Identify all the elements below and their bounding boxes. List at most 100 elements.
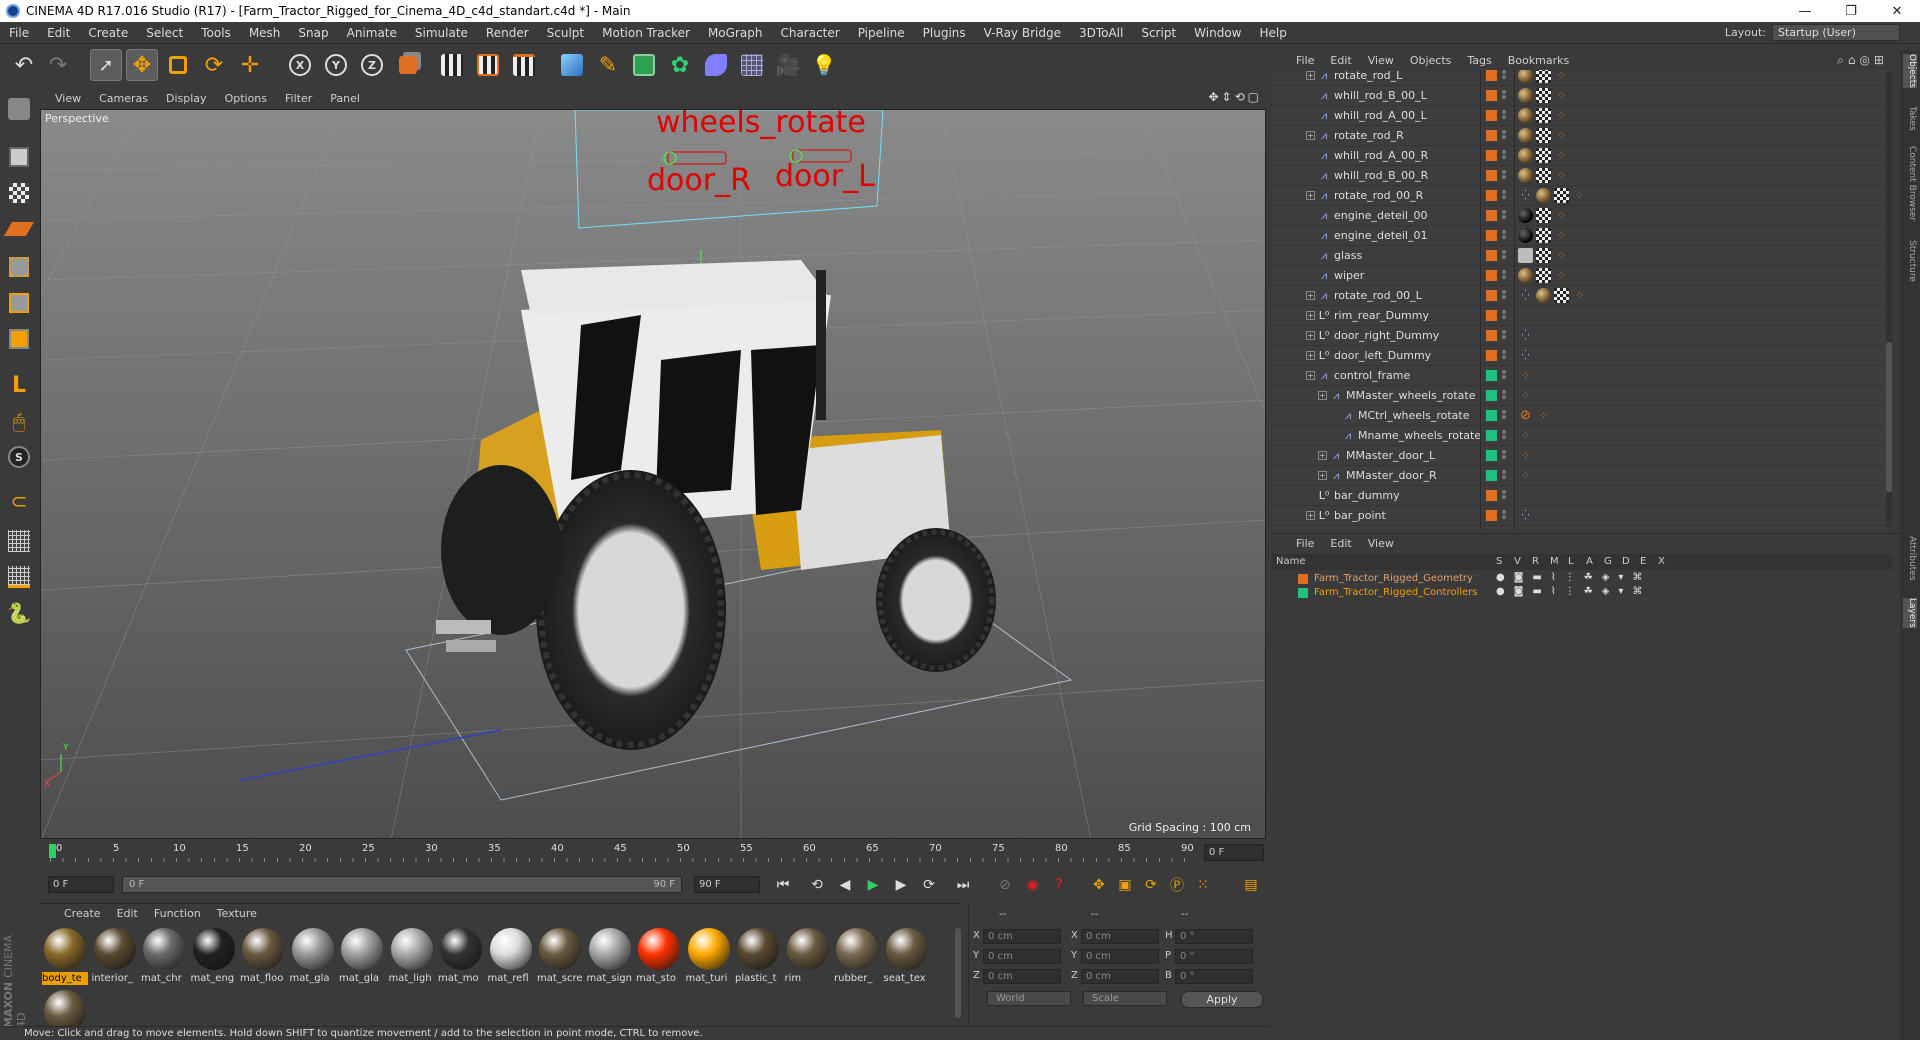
visibility-dots-icon[interactable] <box>1502 330 1506 342</box>
material-swatch[interactable]: mat_floo <box>240 926 286 986</box>
menu-mograph[interactable]: MoGraph <box>699 26 772 40</box>
menu-snap[interactable]: Snap <box>289 26 337 40</box>
timeline-playhead[interactable] <box>49 844 56 858</box>
visibility-dots-icon[interactable] <box>1502 110 1506 122</box>
menu-vray-bridge[interactable]: V-Ray Bridge <box>975 26 1070 40</box>
object-row[interactable]: + ⩘ rotate_rod_00_L ⁛ ⁘ <box>1272 286 1892 306</box>
polygons-mode-button[interactable] <box>4 324 34 354</box>
previous-key-button[interactable]: ⟲ <box>806 875 828 895</box>
xpresso-tag-icon[interactable]: ⁛ <box>1518 188 1533 203</box>
tab-attributes[interactable]: Attributes <box>1903 536 1917 580</box>
material-swatch[interactable]: mat_sto <box>636 926 682 986</box>
coord-value-field[interactable]: 0 cm <box>1081 929 1159 944</box>
layer-color-swatch[interactable] <box>1486 430 1497 441</box>
visibility-dots-icon[interactable] <box>1502 150 1506 162</box>
visibility-dots-icon[interactable] <box>1502 310 1506 322</box>
menu-character[interactable]: Character <box>771 26 848 40</box>
material-swatch[interactable]: mat_turi <box>686 926 732 986</box>
material-swatch[interactable]: rim <box>785 926 831 986</box>
layer-color-swatch[interactable] <box>1486 370 1497 381</box>
material-tag-icon[interactable] <box>1518 208 1533 223</box>
menu-mesh[interactable]: Mesh <box>240 26 290 40</box>
object-manager-icons[interactable]: ⌕⌂◎⊞ <box>1837 53 1888 68</box>
texture-tag-icon[interactable] <box>1536 88 1551 103</box>
visibility-dots-icon[interactable] <box>1502 170 1506 182</box>
layer-toggle-icons[interactable]: ●◙▬⌇⋮☘◈▾⌘ <box>1496 586 1651 597</box>
texture-tag-icon[interactable] <box>1554 188 1569 203</box>
weight-tag-icon[interactable]: ⁘ <box>1554 148 1569 163</box>
layer-color-swatch[interactable] <box>1486 230 1497 241</box>
material-menu-function[interactable]: Function <box>146 907 209 920</box>
visibility-dots-icon[interactable] <box>1502 70 1506 82</box>
xpresso-tag-icon[interactable]: ⁛ <box>1518 508 1533 523</box>
previous-frame-button[interactable]: ◀ <box>834 875 856 895</box>
coord-value-field[interactable]: 0 cm <box>983 949 1061 964</box>
python-button[interactable]: 🐍 <box>4 598 34 628</box>
object-row[interactable]: ⩘ glass ⁘ <box>1272 246 1892 266</box>
coord-space-select[interactable]: World <box>987 991 1071 1006</box>
object-row[interactable]: + L⁰ rim_rear_Dummy <box>1272 306 1892 326</box>
coord-value-field[interactable]: 0 cm <box>1081 969 1159 984</box>
minimize-button[interactable]: — <box>1782 0 1828 22</box>
object-row[interactable]: ⩘ engine_deteil_00 ⁘ <box>1272 206 1892 226</box>
material-swatch[interactable]: mat_refl <box>488 926 534 986</box>
material-tag-icon[interactable] <box>1518 168 1533 183</box>
material-menu-edit[interactable]: Edit <box>109 907 146 920</box>
material-tag-icon[interactable] <box>1536 188 1551 203</box>
menu-edit[interactable]: Edit <box>38 26 79 40</box>
object-row[interactable]: + L⁰ bar_point ⁛ <box>1272 506 1892 526</box>
viewport-menu-panel[interactable]: Panel <box>321 92 369 105</box>
layer-menu-edit[interactable]: Edit <box>1322 537 1359 550</box>
layer-color-swatch[interactable] <box>1486 510 1497 521</box>
deformer-button[interactable] <box>700 49 732 81</box>
protection-tag-icon[interactable]: ⊘ <box>1518 408 1533 423</box>
weight-tag-icon[interactable]: ⁘ <box>1536 408 1551 423</box>
visibility-dots-icon[interactable] <box>1502 190 1506 202</box>
camera-button[interactable]: 🎥 <box>772 49 804 81</box>
record-keys-off-button[interactable]: ⊘ <box>994 875 1016 895</box>
expand-toggle-icon[interactable]: + <box>1306 351 1315 360</box>
material-tag-icon[interactable] <box>1518 148 1533 163</box>
layer-color-swatch[interactable] <box>1486 150 1497 161</box>
tab-layers[interactable]: Layers <box>1903 598 1917 628</box>
texture-tag-icon[interactable] <box>1536 268 1551 283</box>
layer-color-swatch[interactable] <box>1486 470 1497 481</box>
layer-color-swatch[interactable] <box>1486 170 1497 181</box>
object-row[interactable]: L⁰ bar_dummy <box>1272 486 1892 506</box>
undo-button[interactable]: ↶ <box>8 49 40 81</box>
frame-range-slider[interactable]: 0 F 90 F <box>122 876 682 893</box>
weight-tag-icon[interactable]: ⁘ <box>1554 168 1569 183</box>
material-swatch[interactable]: seat_tex <box>884 926 930 986</box>
visibility-dots-icon[interactable] <box>1502 290 1506 302</box>
layer-color-swatch[interactable] <box>1486 130 1497 141</box>
weight-tag-icon[interactable]: ⁘ <box>1518 388 1533 403</box>
visibility-dots-icon[interactable] <box>1502 490 1506 502</box>
weight-tag-icon[interactable]: ⁘ <box>1554 228 1569 243</box>
menu-select[interactable]: Select <box>137 26 192 40</box>
expand-toggle-icon[interactable]: + <box>1318 471 1327 480</box>
close-button[interactable]: ✕ <box>1874 0 1920 22</box>
texture-tag-icon[interactable] <box>1536 248 1551 263</box>
object-row[interactable]: + L⁰ door_right_Dummy ⁛ <box>1272 326 1892 346</box>
object-row[interactable]: + ⩘ MMaster_door_L ⁘ <box>1272 446 1892 466</box>
key-position-button[interactable]: ✥ <box>1088 875 1110 895</box>
tab-objects[interactable]: Objects <box>1903 54 1917 89</box>
recent-tools-button[interactable]: ✛ <box>234 49 266 81</box>
expand-toggle-icon[interactable]: + <box>1318 451 1327 460</box>
layer-row[interactable]: Farm_Tractor_Rigged_Controllers ●◙▬⌇⋮☘◈▾⌘ <box>1272 586 1892 600</box>
expand-toggle-icon[interactable]: + <box>1306 71 1315 80</box>
object-row[interactable]: + ⩘ rotate_rod_00_R ⁛ ⁘ <box>1272 186 1892 206</box>
object-menu-edit[interactable]: Edit <box>1322 54 1359 67</box>
layer-color-swatch[interactable] <box>1486 410 1497 421</box>
workplane-lock-button[interactable] <box>4 526 34 556</box>
menu-pipeline[interactable]: Pipeline <box>849 26 914 40</box>
viewport-menu-cameras[interactable]: Cameras <box>90 92 157 105</box>
material-tag-icon[interactable] <box>1518 268 1533 283</box>
layer-menu-view[interactable]: View <box>1360 537 1402 550</box>
menu-window[interactable]: Window <box>1185 26 1250 40</box>
render-settings-button[interactable] <box>508 49 540 81</box>
material-swatch[interactable]: mat_eng <box>191 926 237 986</box>
texture-mode-button[interactable] <box>4 178 34 208</box>
maximize-button[interactable]: ❐ <box>1828 0 1874 22</box>
layer-color-swatch[interactable] <box>1486 490 1497 501</box>
